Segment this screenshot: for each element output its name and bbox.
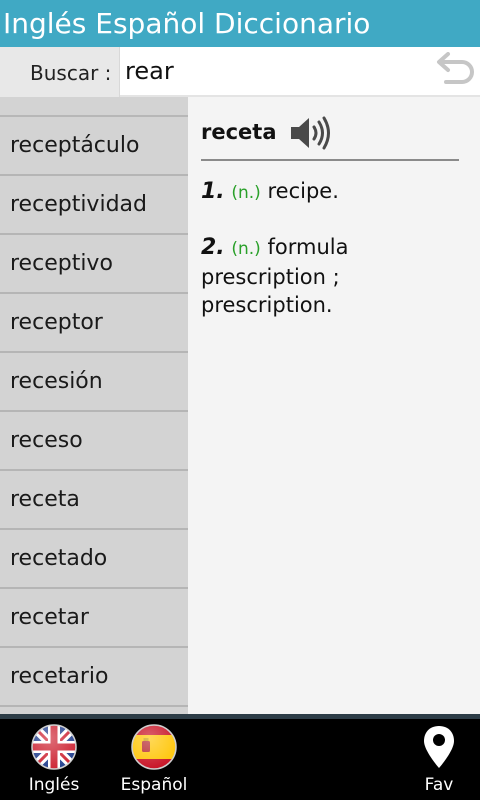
word-list[interactable]: receptáculo receptividad receptivo recep…	[0, 97, 188, 714]
search-label: Buscar :	[30, 61, 112, 85]
list-item[interactable]: receta	[0, 471, 188, 530]
undo-arrow-icon	[437, 52, 474, 84]
list-item[interactable]: recesión	[0, 353, 188, 412]
tab-fav[interactable]: Fav	[410, 719, 468, 800]
tab-label: Fav	[424, 775, 454, 795]
part-of-speech: (n.)	[231, 183, 261, 203]
tab-label: Inglés	[28, 775, 80, 795]
speaker-icon[interactable]	[289, 115, 333, 151]
sense-number: 1.	[201, 179, 225, 204]
app-title: Inglés Español Diccionario	[3, 7, 371, 40]
search-input[interactable]	[122, 51, 422, 91]
spain-flag-icon	[131, 724, 177, 770]
bottom-tab-bar: Inglés Español Fav	[0, 714, 480, 800]
list-item[interactable]: recetar	[0, 589, 188, 648]
back-button[interactable]	[432, 49, 478, 93]
part-of-speech: (n.)	[231, 239, 261, 259]
list-item[interactable]: receptivo	[0, 235, 188, 294]
search-label-box: Buscar :	[0, 47, 120, 97]
definition-sense-1: 1. (n.) recipe.	[201, 177, 471, 207]
definition-panel: receta 1. (n.) recipe. 2. (n.) formula p…	[188, 97, 480, 714]
uk-flag-icon	[31, 724, 77, 770]
list-item[interactable]: receptividad	[0, 176, 188, 235]
list-item[interactable]: receptor	[0, 294, 188, 353]
list-item[interactable]: recetario	[0, 648, 188, 707]
definition-header: receta	[201, 115, 459, 161]
tab-ingles[interactable]: Inglés	[22, 719, 86, 800]
definition-sense-2: 2. (n.) formula prescription ; prescript…	[201, 233, 471, 319]
tab-espanol[interactable]: Español	[120, 719, 188, 800]
app-title-bar: Inglés Español Diccionario	[0, 0, 480, 47]
sense-number: 2.	[201, 235, 225, 260]
location-pin-icon	[424, 726, 454, 768]
definition-word: receta	[201, 120, 277, 144]
tab-label: Español	[120, 775, 188, 795]
list-item[interactable]: receptáculo	[0, 117, 188, 176]
sense-text: recipe.	[267, 179, 339, 203]
search-bar: Buscar :	[0, 47, 480, 97]
list-item-partial[interactable]	[0, 97, 188, 117]
list-item[interactable]: recetado	[0, 530, 188, 589]
list-item[interactable]: receso	[0, 412, 188, 471]
